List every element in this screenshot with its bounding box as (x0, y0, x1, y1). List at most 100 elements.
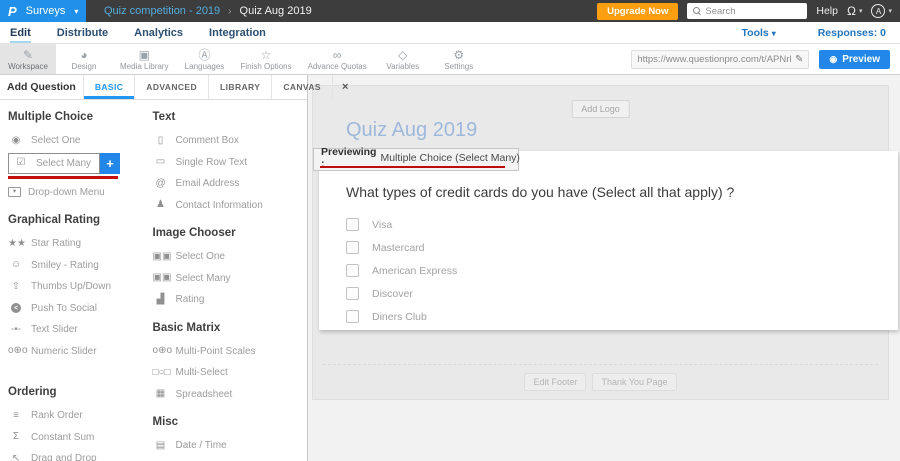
tools-menu[interactable]: Tools ▾ (742, 27, 776, 39)
question-type-constant-sum[interactable]: ΣConstant Sum (8, 427, 150, 449)
question-type-date-time[interactable]: ▤Date / Time (153, 435, 307, 457)
thank-you-page-button[interactable]: Thank You Page (592, 373, 676, 391)
answer-option-american-express: American Express (346, 259, 898, 282)
breadcrumb-parent[interactable]: Quiz competition - 2019 (104, 5, 220, 17)
question-type-select-many[interactable]: ▣▣Select Many (153, 268, 307, 290)
tab-canvas[interactable]: CANVAS (271, 75, 333, 99)
toolbar-finish-options[interactable]: ☆Finish Options (232, 44, 299, 74)
checkbox-diners-club[interactable] (346, 310, 359, 323)
add-select-many-button[interactable]: + (100, 153, 120, 174)
question-type-single-row-text[interactable]: ▭Single Row Text (153, 152, 307, 174)
question-type-label: Numeric Slider (31, 346, 97, 357)
question-type-label: Thumbs Up/Down (31, 281, 111, 292)
footer-buttons: Edit Footer Thank You Page (313, 373, 888, 391)
question-type-label: Date / Time (176, 440, 227, 451)
question-type-label: Smiley - Rating (31, 260, 99, 271)
variables-icon: ◇ (398, 49, 407, 61)
question-type-smiley-rating[interactable]: ☺Smiley - Rating (8, 255, 150, 277)
survey-title[interactable]: Quiz Aug 2019 (346, 119, 477, 142)
toolbar-advance-quotas[interactable]: ∞Advance Quotas (300, 44, 375, 74)
tab-basic[interactable]: BASIC (83, 75, 134, 99)
toolbar-media-library[interactable]: ▣Media Library (112, 44, 176, 74)
help-link[interactable]: Help (816, 5, 838, 17)
question-type-multi-point-scales[interactable]: o⊕oMulti-Point Scales (153, 341, 307, 363)
image-pair: ▣▣ (153, 252, 169, 262)
nav-item-integration[interactable]: Integration (209, 24, 266, 41)
question-type-label: Select Many (176, 273, 231, 284)
answer-option-label: Visa (372, 219, 392, 231)
toolbar-workspace[interactable]: ✎Workspace (0, 44, 56, 74)
nav-item-distribute[interactable]: Distribute (57, 24, 108, 41)
close-icon[interactable]: × (333, 75, 357, 99)
toolbar-variables[interactable]: ◇Variables (375, 44, 431, 74)
advance-quotas-icon: ∞ (333, 49, 342, 61)
question-type-email-address[interactable]: @Email Address (153, 173, 307, 195)
search-input[interactable] (705, 6, 804, 17)
nav-item-edit[interactable]: Edit (10, 24, 31, 41)
breadcrumb-current: Quiz Aug 2019 (240, 5, 312, 17)
responses-count[interactable]: Responses: 0 (818, 27, 886, 39)
search-box[interactable] (687, 3, 807, 19)
product-menu[interactable]: P Surveys ▾ (0, 0, 86, 22)
media-library-icon: ▣ (139, 49, 150, 61)
question-type-thumbs-up-down[interactable]: ⇧ Thumbs Up/Down (8, 276, 150, 298)
question-type-push-to-social[interactable]: <Push To Social (8, 298, 150, 320)
section-nav-right: Tools ▾ Responses: 0 (742, 27, 890, 39)
question-type-captcha[interactable]: x8Captcha (153, 457, 307, 461)
chevron-down-icon: ▾ (74, 7, 78, 16)
tab-library[interactable]: LIBRARY (208, 75, 271, 99)
toolbar-label: Settings (444, 62, 473, 71)
question-type-label: Multi-Point Scales (176, 346, 256, 357)
checkbox-discover[interactable] (346, 287, 359, 300)
dropdown-box: ▾ (8, 187, 21, 197)
question-type-star-rating[interactable]: ★★Star Rating (8, 233, 150, 255)
question-type-multi-select[interactable]: □○□Multi-Select (153, 362, 307, 384)
eye-icon: ◉ (829, 54, 837, 65)
section-misc: Misc (153, 416, 307, 428)
edit-url-icon[interactable]: ✎ (795, 54, 803, 65)
toolbar-label: Finish Options (240, 62, 291, 71)
question-type-label: Drop-down Menu (28, 187, 105, 198)
toolbar-languages[interactable]: ⒶLanguages (176, 44, 232, 74)
section-nav-items: Edit Distribute Analytics Integration (10, 24, 266, 41)
account-menu[interactable]: A ▾ (871, 4, 892, 18)
question-type-rating[interactable]: ▟Rating (153, 289, 307, 311)
answer-options: VisaMastercardAmerican ExpressDiscoverDi… (346, 213, 898, 328)
question-type-list: Multiple Choice◉Select One☑Select Many+▾… (0, 100, 307, 461)
at-sign: @ (153, 179, 169, 189)
edit-footer-button[interactable]: Edit Footer (524, 373, 586, 391)
question-type-select-one[interactable]: ◉Select One (8, 130, 150, 152)
question-type-select-many[interactable]: ☑Select Many (8, 153, 100, 174)
selected-question-type: ☑Select Many+ (8, 153, 150, 179)
question-type-rank-order[interactable]: ≡Rank Order (8, 405, 150, 427)
checkbox-visa[interactable] (346, 218, 359, 231)
footer-divider (323, 364, 878, 365)
nav-item-analytics[interactable]: Analytics (134, 24, 183, 41)
question-type-contact-information[interactable]: ♟Contact Information (153, 195, 307, 217)
checkbox-mastercard[interactable] (346, 241, 359, 254)
toolbar-settings[interactable]: ⚙Settings (431, 44, 487, 74)
toolbar-design[interactable]: ◕Design (56, 44, 112, 74)
survey-url-field[interactable]: https://www.questionpro.com/t/APNrFZ ✎ (631, 50, 809, 69)
question-type-drop-down-menu[interactable]: ▾ Drop-down Menu (8, 182, 150, 204)
question-type-spreadsheet[interactable]: ▦Spreadsheet (153, 384, 307, 406)
toolbar-label: Media Library (120, 62, 168, 71)
question-type-comment-box[interactable]: ▯Comment Box (153, 130, 307, 152)
preview-label: Preview (842, 54, 880, 65)
preview-button[interactable]: ◉ Preview (819, 50, 890, 69)
checkbox-american-express[interactable] (346, 264, 359, 277)
questionpro-logo: P (8, 4, 17, 19)
top-bar: P Surveys ▾ Quiz competition - 2019 › Qu… (0, 0, 900, 22)
question-type-text-slider[interactable]: -•-Text Slider (8, 319, 150, 341)
question-type-drag-and-drop[interactable]: ↖Drag and Drop (8, 448, 150, 461)
notifications-menu[interactable]: Ω ▾ (847, 5, 863, 17)
breadcrumb-separator-icon: › (228, 6, 231, 17)
question-type-numeric-slider[interactable]: o⊕oNumeric Slider (8, 341, 150, 363)
question-type-select-one[interactable]: ▣▣Select One (153, 246, 307, 268)
section-graphical-rating: Graphical Rating (8, 214, 150, 226)
upgrade-now-button[interactable]: Upgrade Now (597, 3, 678, 20)
thumb: ⇧ (8, 282, 24, 292)
survey-page: Add Logo Quiz Aug 2019 Previewing : Mult… (312, 85, 889, 400)
tab-advanced[interactable]: ADVANCED (134, 75, 208, 99)
add-logo-button[interactable]: Add Logo (571, 100, 630, 118)
